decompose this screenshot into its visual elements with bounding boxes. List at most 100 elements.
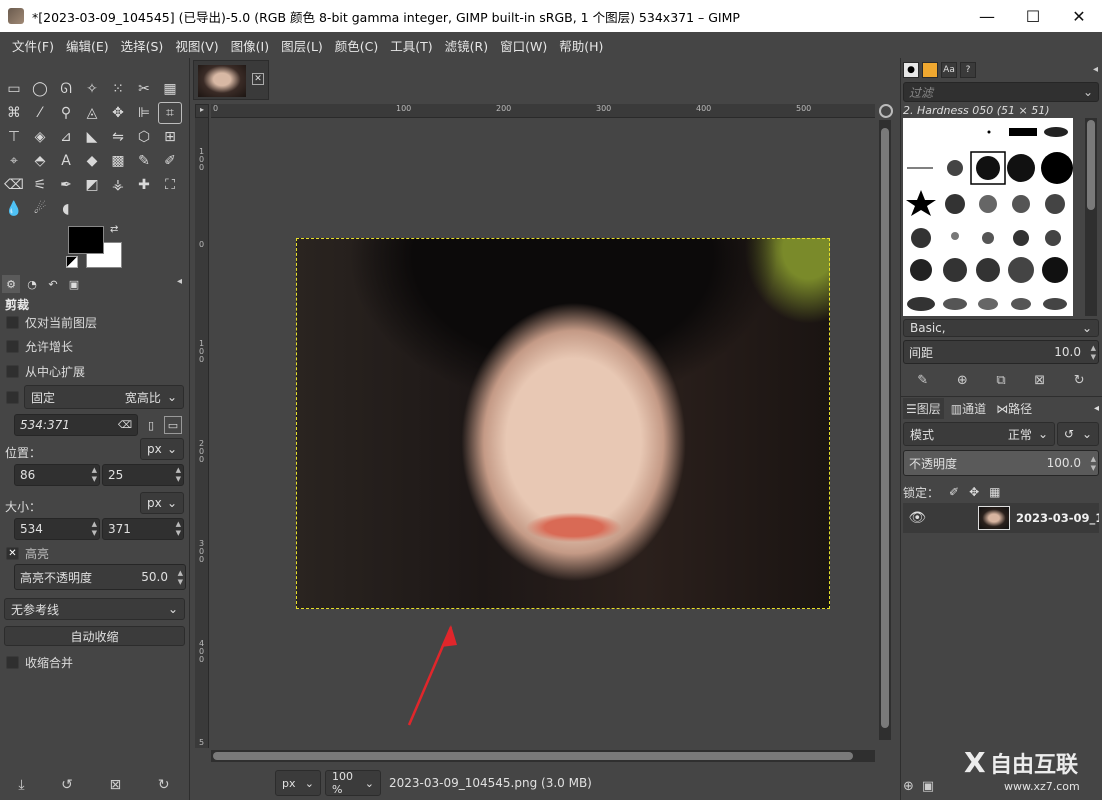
reset-options-icon[interactable]: ↻ bbox=[158, 777, 170, 793]
smudge-icon[interactable]: ☄ bbox=[28, 198, 52, 220]
scrollbar-thumb[interactable] bbox=[881, 128, 889, 728]
unified-transform-icon[interactable]: ⊤ bbox=[2, 126, 26, 148]
menu-windows[interactable]: 窗口(W) bbox=[494, 36, 553, 55]
foreground-select-icon[interactable]: ▦ bbox=[158, 78, 182, 100]
landscape-icon[interactable]: ▭ bbox=[164, 416, 182, 434]
spin-icon[interactable]: ▲ ▼ bbox=[1091, 344, 1096, 362]
color-select-icon[interactable]: ⁙ bbox=[106, 78, 130, 100]
fixed-checkbox[interactable] bbox=[6, 391, 19, 404]
ratio-input[interactable]: 534:371 ⌫ bbox=[14, 414, 138, 436]
fuzzy-select-icon[interactable]: ✧ bbox=[80, 78, 104, 100]
menu-help[interactable]: 帮助(H) bbox=[553, 36, 609, 55]
close-button[interactable]: ✕ bbox=[1056, 0, 1102, 32]
layer-mode-select[interactable]: 模式 正常 ⌄ bbox=[903, 422, 1055, 446]
unit-select[interactable]: px ⌄ bbox=[275, 770, 321, 796]
menu-view[interactable]: 视图(V) bbox=[169, 36, 224, 55]
position-y-input[interactable]: 25 ▲ ▼ bbox=[102, 464, 184, 486]
menu-filters[interactable]: 滤镜(R) bbox=[439, 36, 494, 55]
new-layer-icon[interactable]: ⊕ bbox=[903, 779, 914, 794]
spacing-slider[interactable]: 间距 10.0 ▲ ▼ bbox=[903, 340, 1099, 364]
tab-layers[interactable]: ☰图层 bbox=[903, 398, 944, 419]
new-layer-group-icon[interactable]: ▣ bbox=[922, 779, 934, 794]
position-x-input[interactable]: 86 ▲ ▼ bbox=[14, 464, 100, 486]
new-brush-icon[interactable]: ⊕ bbox=[957, 373, 968, 388]
delete-options-icon[interactable]: ⊠ bbox=[110, 777, 122, 793]
free-select-icon[interactable]: ᘏ bbox=[54, 78, 78, 100]
spin-icon[interactable]: ▲ ▼ bbox=[92, 520, 97, 538]
color-picker-icon[interactable]: ⁄ bbox=[28, 102, 52, 124]
clone-icon[interactable]: ⚶ bbox=[106, 174, 130, 196]
size-height-input[interactable]: 371 ▲ ▼ bbox=[102, 518, 184, 540]
spin-icon[interactable]: ▲ ▼ bbox=[176, 466, 181, 484]
move-icon[interactable]: ✥ bbox=[106, 102, 130, 124]
quick-mask-icon[interactable]: ▸ bbox=[195, 104, 209, 118]
brush-grid[interactable] bbox=[903, 118, 1073, 316]
lock-alpha-icon[interactable]: ▦ bbox=[989, 485, 1000, 499]
device-status-tab-icon[interactable]: ◔ bbox=[23, 275, 41, 293]
pencil-icon[interactable]: ✎ bbox=[132, 150, 156, 172]
mypaint-brush-icon[interactable]: ▩ bbox=[106, 150, 130, 172]
scrollbar-thumb[interactable] bbox=[1087, 120, 1095, 210]
reset-colors-icon[interactable] bbox=[66, 256, 78, 268]
zoom-to-fit-icon[interactable] bbox=[879, 104, 893, 118]
spin-icon[interactable]: ▲ ▼ bbox=[92, 466, 97, 484]
allow-growing-checkbox[interactable] bbox=[6, 340, 19, 353]
brushes-tab-icon[interactable]: ● bbox=[903, 62, 919, 78]
position-unit-select[interactable]: px ⌄ bbox=[140, 438, 184, 460]
vertical-scrollbar[interactable] bbox=[879, 120, 891, 740]
crop-selection[interactable] bbox=[296, 238, 830, 609]
zoom-icon[interactable]: ⚲ bbox=[54, 102, 78, 124]
brush-scrollbar[interactable] bbox=[1085, 118, 1097, 316]
portrait-icon[interactable]: ▯ bbox=[142, 416, 160, 434]
blur-icon[interactable]: 💧 bbox=[2, 198, 26, 220]
patterns-tab-icon[interactable] bbox=[922, 62, 938, 78]
size-width-input[interactable]: 534 ▲ ▼ bbox=[14, 518, 100, 540]
crop-icon[interactable]: ⌗ bbox=[158, 102, 182, 124]
clear-icon[interactable]: ⌫ bbox=[118, 420, 132, 431]
zoom-select[interactable]: 100 % ⌄ bbox=[325, 770, 381, 796]
menu-edit[interactable]: 编辑(E) bbox=[60, 36, 115, 55]
dodge-burn-icon[interactable]: ◖ bbox=[54, 198, 78, 220]
dock-menu-icon[interactable]: ◂ bbox=[1093, 64, 1098, 75]
handle-transform-icon[interactable]: ⬘ bbox=[28, 150, 52, 172]
rect-select-icon[interactable]: ▭ bbox=[2, 78, 26, 100]
spin-icon[interactable]: ▲ ▼ bbox=[178, 569, 183, 587]
flip-icon[interactable]: ⇋ bbox=[106, 126, 130, 148]
3d-transform-icon[interactable]: ⬡ bbox=[132, 126, 156, 148]
maximize-button[interactable]: ☐ bbox=[1010, 0, 1056, 32]
delete-brush-icon[interactable]: ⊠ bbox=[1034, 373, 1045, 388]
brush-filter-input[interactable]: 过滤 ⌄ bbox=[903, 82, 1099, 102]
tab-paths[interactable]: ⋈路径 bbox=[993, 398, 1035, 419]
refresh-brushes-icon[interactable]: ↻ bbox=[1074, 373, 1085, 388]
text-icon[interactable]: A bbox=[54, 150, 78, 172]
image-tab[interactable]: ✕ bbox=[193, 60, 269, 100]
close-tab-icon[interactable]: ✕ bbox=[252, 73, 264, 85]
spin-icon[interactable]: ▲ ▼ bbox=[176, 520, 181, 538]
paths-icon[interactable]: ⌘ bbox=[2, 102, 26, 124]
lock-pixels-icon[interactable]: ✐ bbox=[949, 485, 959, 499]
layer-item[interactable]: 👁 2023-03-09_1 bbox=[903, 503, 1099, 533]
tab-channels[interactable]: ▥通道 bbox=[948, 398, 989, 419]
menu-file[interactable]: 文件(F) bbox=[6, 36, 60, 55]
lock-position-icon[interactable]: ✥ bbox=[969, 485, 979, 499]
canvas[interactable] bbox=[211, 119, 875, 747]
brush-preset-select[interactable]: Basic, ⌄ bbox=[903, 319, 1099, 337]
ellipse-select-icon[interactable]: ◯ bbox=[28, 78, 52, 100]
tool-options-tab-icon[interactable]: ⚙ bbox=[2, 275, 20, 293]
measure-icon[interactable]: ◬ bbox=[80, 102, 104, 124]
size-unit-select[interactable]: px ⌄ bbox=[140, 492, 184, 514]
warp-icon[interactable]: ⌖ bbox=[2, 150, 26, 172]
help-tab-icon[interactable]: ? bbox=[960, 62, 976, 78]
minimize-button[interactable]: — bbox=[964, 0, 1010, 32]
auto-shrink-button[interactable]: 自动收缩 bbox=[4, 626, 185, 646]
align-icon[interactable]: ⊫ bbox=[132, 102, 156, 124]
foreground-color[interactable] bbox=[68, 226, 104, 254]
scrollbar-thumb[interactable] bbox=[213, 752, 853, 760]
menu-tools[interactable]: 工具(T) bbox=[384, 36, 438, 55]
dock-menu-icon[interactable]: ◂ bbox=[1094, 403, 1099, 414]
perspective-clone-icon[interactable]: ⛶ bbox=[158, 174, 182, 196]
spin-icon[interactable]: ▲ ▼ bbox=[1091, 455, 1096, 473]
menu-layer[interactable]: 图层(L) bbox=[275, 36, 329, 55]
guides-select[interactable]: 无参考线 ⌄ bbox=[4, 598, 185, 620]
perspective-icon[interactable]: ◣ bbox=[80, 126, 104, 148]
